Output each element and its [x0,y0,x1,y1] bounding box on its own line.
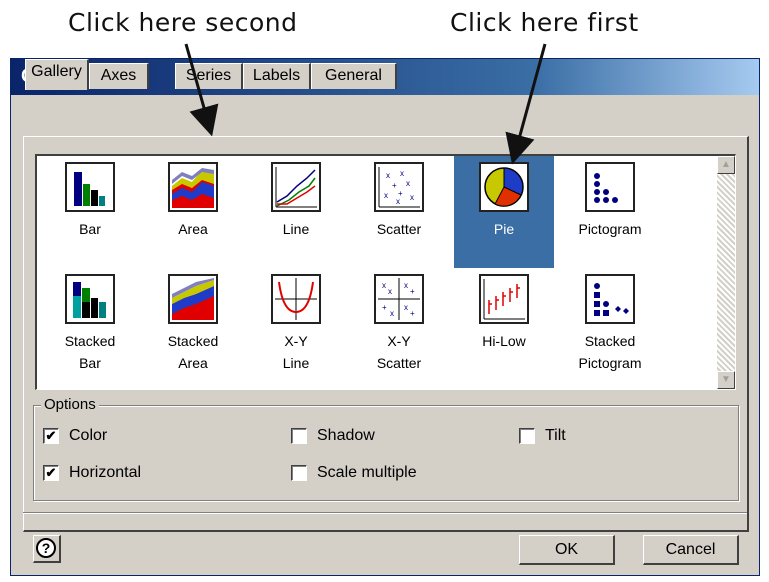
ok-button[interactable]: OK [519,535,615,565]
pictogram-chart-icon [585,162,635,212]
tilt-checkbox[interactable]: Tilt [519,427,566,445]
svg-text:x: x [400,169,404,178]
pie-chart-icon [479,162,529,212]
checkbox-unchecked-icon [291,465,307,481]
gallery-item-xy-line[interactable]: X-Y Line [246,274,346,386]
gallery-item-label: Stacked Bar [64,333,116,371]
gallery-item-pictogram[interactable]: Pictogram [560,158,660,268]
tab-gallery[interactable]: Gallery [25,59,89,90]
gallery-item-bar[interactable]: Bar [40,158,140,268]
gallery-item-label: Line [282,221,310,237]
svg-text:x: x [410,193,414,202]
gallery-item-stacked-bar[interactable]: Stacked Bar [40,274,140,386]
stacked-pictogram-chart-icon [585,274,635,324]
svg-text:+: + [382,303,387,312]
gallery-item-xy-scatter[interactable]: x x x + + x x + X-Y Scatter [349,274,449,386]
svg-text:x: x [404,281,408,290]
color-checkbox[interactable]: ✔ Color [43,427,107,445]
checkbox-checked-icon: ✔ [43,465,59,481]
gallery-item-label: Stacked Pictogram [578,333,642,371]
scroll-up-arrow-icon[interactable]: ▲ [717,156,735,174]
gallery-item-label: Pie [493,221,515,237]
gallery-item-label: Hi-Low [482,333,526,349]
checkbox-label: Scale multiple [317,464,417,481]
gallery-item-label: Stacked Area [167,333,219,371]
scroll-down-arrow-icon[interactable]: ▼ [717,371,735,389]
horizontal-checkbox[interactable]: ✔ Horizontal [43,464,141,482]
tab-axes[interactable]: Axes [89,63,149,89]
options-group [33,405,739,501]
gallery-scrollbar[interactable]: ▲ ▼ [717,156,735,389]
help-icon: ? [36,538,56,558]
tab-labels[interactable]: Labels [243,63,311,89]
stacked-bar-chart-icon [65,274,115,324]
gallery-item-area[interactable]: Area [143,158,243,268]
scale-multiple-checkbox[interactable]: Scale multiple [291,464,417,482]
gallery-item-label: Bar [79,221,101,237]
svg-text:x: x [382,281,386,290]
svg-text:+: + [410,309,415,318]
svg-text:x: x [388,287,392,296]
gallery-item-pie[interactable]: Pie [454,156,554,268]
checkbox-label: Horizontal [69,464,142,481]
svg-text:x: x [384,191,388,200]
checkbox-checked-icon: ✔ [43,428,59,444]
svg-text:+: + [392,181,397,190]
checkbox-unchecked-icon [291,428,307,444]
svg-text:+: + [410,287,415,296]
tab-series[interactable]: Series [175,63,243,89]
svg-text:x: x [390,309,394,318]
checkbox-label: Shadow [317,427,375,444]
gallery-item-stacked-area[interactable]: Stacked Area [143,274,243,386]
annotation-click-first: Click here first [450,8,639,37]
xy-scatter-chart-icon: x x x + + x x + [374,274,424,324]
gallery-item-stacked-pictogram[interactable]: Stacked Pictogram [560,274,660,386]
scatter-chart-icon: x x + x x + x x [374,162,424,212]
gallery-item-label: Area [178,221,208,237]
gallery-item-hi-low[interactable]: Hi-Low [454,274,554,386]
svg-text:x: x [404,303,408,312]
hi-low-chart-icon [479,274,529,324]
shadow-checkbox[interactable]: Shadow [291,427,375,445]
gallery-item-label: Scatter [376,221,422,237]
checkbox-unchecked-icon [519,428,535,444]
svg-text:x: x [396,197,400,206]
xy-line-chart-icon [271,274,321,324]
chart-options-dialog: Chart Options Gallery Axes Series Labels… [10,58,760,576]
help-button[interactable]: ? [33,535,61,563]
gallery-item-label: Pictogram [578,221,642,237]
gallery-item-label: X-Y Scatter [376,333,422,371]
gallery-item-line[interactable]: Line [246,158,346,268]
options-group-label: Options [41,396,99,413]
cancel-button[interactable]: Cancel [643,535,739,565]
gallery-item-label: X-Y Line [282,333,310,371]
bar-chart-icon [65,162,115,212]
stacked-area-chart-icon [168,274,218,324]
dialog-separator [23,512,747,514]
gallery-item-scatter[interactable]: x x + x x + x x Scatter [349,158,449,268]
svg-text:x: x [406,179,410,188]
tab-general[interactable]: General [311,63,397,89]
area-chart-icon [168,162,218,212]
annotation-click-second: Click here second [68,8,298,37]
line-chart-icon [271,162,321,212]
svg-text:?: ? [42,540,51,556]
checkbox-label: Color [69,427,108,444]
chart-gallery: Bar Area Line x x + x x + x x Scatter Pie [35,154,736,390]
svg-text:x: x [386,171,390,180]
checkbox-label: Tilt [545,427,566,444]
